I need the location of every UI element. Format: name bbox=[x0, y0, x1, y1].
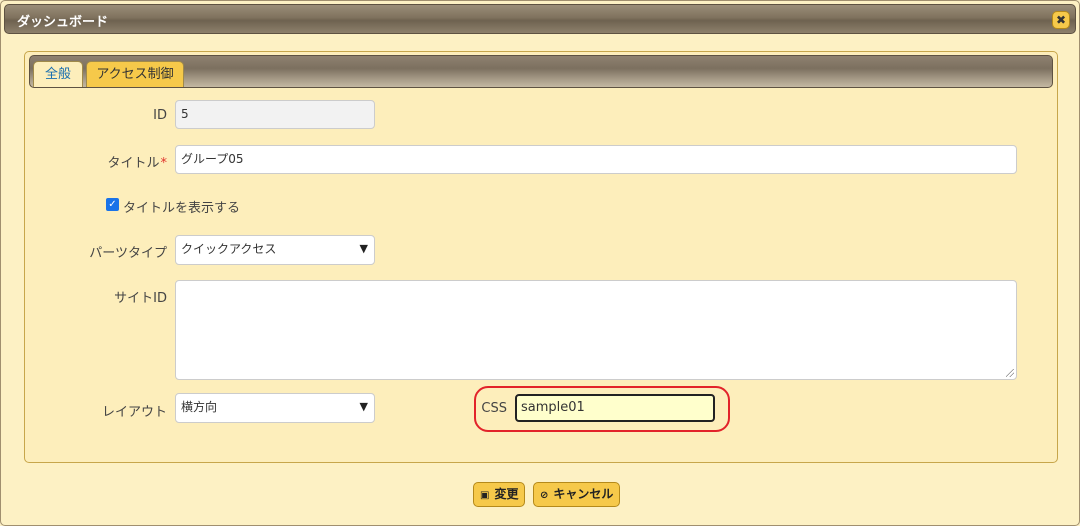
required-mark: * bbox=[160, 156, 168, 171]
id-label: ID bbox=[153, 108, 167, 123]
site-id-label: サイトID bbox=[114, 291, 167, 306]
dialog-title: ダッシュボード bbox=[17, 15, 109, 30]
cancel-button[interactable]: ⊘ キャンセル bbox=[533, 482, 621, 507]
update-button-label: 変更 bbox=[494, 487, 519, 501]
show-title-label: タイトルを表示する bbox=[123, 201, 241, 216]
tab-general[interactable]: 全般 bbox=[33, 61, 83, 87]
resize-grip-icon[interactable] bbox=[1006, 369, 1014, 377]
cancel-button-label: キャンセル bbox=[553, 487, 614, 501]
tab-access-control[interactable]: アクセス制御 bbox=[86, 61, 184, 87]
css-input[interactable]: sample01 bbox=[515, 394, 715, 422]
dashboard-dialog: ダッシュボード ✖ 全般 アクセス制御 ID 5 タイトル* グループ05 ✓ … bbox=[0, 0, 1080, 526]
title-input[interactable]: グループ05 bbox=[175, 145, 1017, 174]
css-label: CSS bbox=[481, 401, 507, 416]
chevron-down-icon: ▼ bbox=[359, 400, 368, 413]
show-title-checkbox[interactable]: ✓ bbox=[106, 198, 119, 211]
close-icon[interactable]: ✖ bbox=[1052, 11, 1070, 29]
parts-type-select[interactable]: クイックアクセス ▼ bbox=[175, 235, 375, 265]
site-id-textarea[interactable] bbox=[175, 280, 1017, 380]
id-field: 5 bbox=[175, 100, 375, 129]
chevron-down-icon: ▼ bbox=[359, 242, 368, 255]
layout-select[interactable]: 横方向 ▼ bbox=[175, 393, 375, 423]
dialog-titlebar[interactable]: ダッシュボード ✖ bbox=[4, 4, 1076, 34]
parts-type-value: クイックアクセス bbox=[181, 242, 277, 256]
layout-value: 横方向 bbox=[181, 400, 218, 414]
title-label: タイトル* bbox=[91, 152, 167, 171]
layout-label: レイアウト bbox=[101, 405, 167, 420]
title-label-text: タイトル bbox=[107, 156, 160, 171]
update-button[interactable]: ▣ 変更 bbox=[473, 482, 526, 507]
parts-type-label: パーツタイプ bbox=[89, 246, 167, 261]
save-icon: ▣ bbox=[480, 490, 490, 501]
tab-bar: 全般 アクセス制御 bbox=[29, 55, 1053, 88]
cancel-icon: ⊘ bbox=[540, 490, 549, 501]
